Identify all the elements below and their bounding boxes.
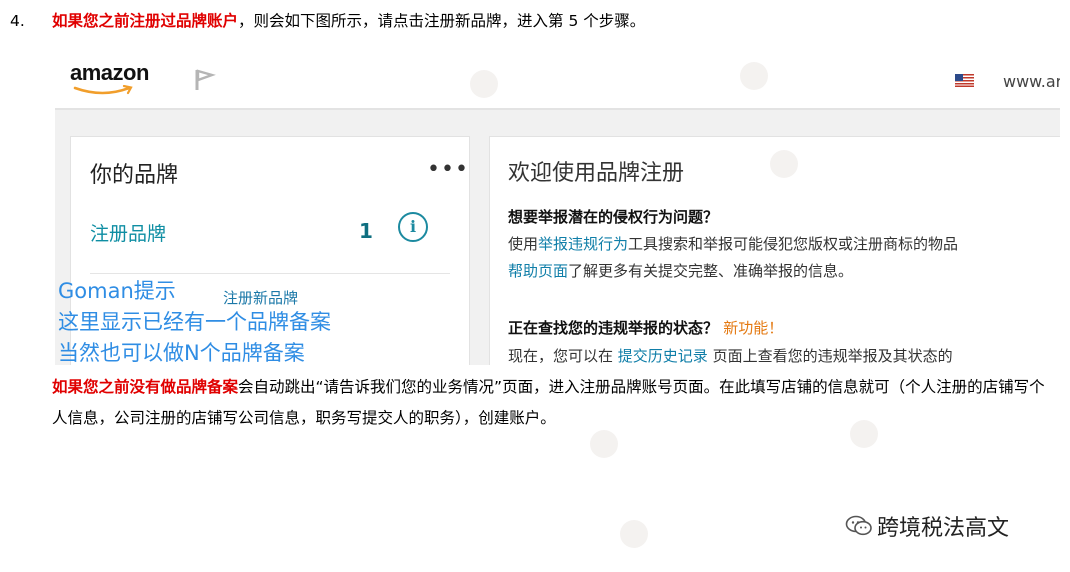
watermark-face [740, 62, 768, 90]
report-paragraph: 使用举报违规行为工具搜索和举报可能侵犯您版权或注册商标的物品 [508, 233, 958, 254]
brand-count: 1 [359, 219, 373, 243]
wechat-icon [845, 515, 872, 536]
welcome-title: 欢迎使用品牌注册 [508, 161, 685, 186]
step-highlight: 如果您之前注册过品牌账户 [52, 12, 239, 30]
report-violation-link[interactable]: 举报违规行为 [538, 235, 628, 253]
step-text: ，则会如下图所示，请点击注册新品牌，进入第 5 个步骤。 [238, 12, 646, 30]
amazon-logo[interactable]: amazon [70, 60, 149, 86]
register-new-brand-link[interactable]: 注册新品牌 [223, 287, 298, 308]
website-url[interactable]: www.ar [1003, 72, 1060, 91]
watermark-face [770, 150, 798, 178]
step-heading: 4. 如果您之前注册过品牌账户，则会如下图所示，请点击注册新品牌，进入第 5 个步… [10, 10, 645, 32]
amazon-smile-icon [73, 85, 133, 95]
amazon-topbar: amazon www.ar [55, 52, 1060, 108]
help-paragraph: 帮助页面了解更多有关提交完整、准确举报的信息。 [508, 260, 853, 281]
report-question: 想要举报潜在的侵权行为问题？ [508, 208, 719, 226]
status-question: 正在查找您的违规举报的状态？ 新功能！ [508, 317, 783, 338]
help-text: 了解更多有关提交完整、准确举报的信息。 [568, 262, 854, 280]
annotation-line-3: 当然也可以做N个品牌备案 [58, 341, 305, 365]
new-feature-badge: 新功能！ [723, 319, 784, 337]
annotation-line-2: 这里显示已经有一个品牌备案 [58, 310, 331, 334]
flag-icon[interactable] [192, 68, 216, 92]
instruction-paragraph: 如果您之前没有做品牌备案会自动跳出“请告诉我们您的业务情况”页面，进入注册品牌账… [52, 372, 1052, 434]
footer-account-name: 跨境税法高文 [877, 516, 1010, 541]
submission-history-link[interactable]: 提交历史记录 [618, 347, 708, 365]
watermark-face [590, 430, 618, 458]
topbar-divider [55, 108, 1060, 110]
step-number: 4. [10, 12, 25, 30]
watermark-face [620, 520, 648, 548]
history-paragraph: 现在，您可以在 提交历史记录 页面上查看您的违规举报及其状态的 [508, 345, 953, 365]
paragraph-highlight: 如果您之前没有做品牌备案 [52, 378, 239, 396]
us-flag-icon[interactable] [955, 74, 974, 87]
more-menu-icon[interactable]: ••• [427, 157, 469, 182]
help-page-link[interactable]: 帮助页面 [508, 262, 568, 280]
watermark-face [850, 420, 878, 448]
report-text-post: 工具搜索和举报可能侵犯您版权或注册商标的物品 [628, 235, 959, 253]
watermark-face [470, 70, 498, 98]
history-text-post: 页面上查看您的违规举报及其状态的 [707, 347, 953, 365]
card-divider [90, 273, 450, 274]
history-text-pre: 现在，您可以在 [508, 347, 618, 365]
registered-brands-link[interactable]: 注册品牌 [90, 219, 166, 246]
status-question-text: 正在查找您的违规举报的状态？ [508, 319, 719, 337]
annotation-line-1: Goman提示 [58, 279, 176, 303]
info-icon[interactable]: i [398, 212, 428, 242]
your-brands-title: 你的品牌 [90, 163, 179, 188]
report-text-pre: 使用 [508, 235, 539, 253]
